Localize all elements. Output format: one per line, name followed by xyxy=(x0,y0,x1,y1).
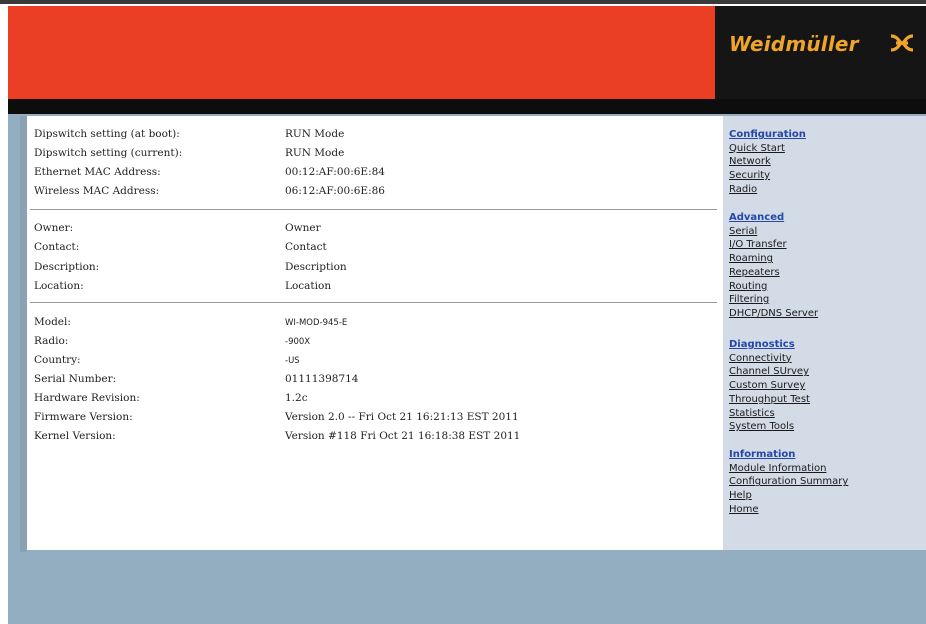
nav-link-connectivity[interactable]: Connectivity xyxy=(729,352,810,366)
nav-link-radio[interactable]: Radio xyxy=(729,183,806,197)
info-row-model: Model: WI-MOD-945-E xyxy=(34,316,714,332)
nav-link-network[interactable]: Network xyxy=(729,155,806,169)
info-row-owner: Owner: Owner xyxy=(34,222,714,238)
info-value: WI-MOD-945-E xyxy=(285,318,348,328)
header-banner: Weidmüller xyxy=(8,6,926,99)
info-value: 1.2c xyxy=(285,392,308,404)
info-row-contact: Contact: Contact xyxy=(34,241,714,257)
nav-heading-advanced[interactable]: Advanced xyxy=(729,211,818,225)
nav-link-home[interactable]: Home xyxy=(729,503,848,517)
info-label: Serial Number: xyxy=(34,373,117,385)
info-value: 06:12:AF:00:6E:86 xyxy=(285,185,385,197)
nav-link-configuration-summary[interactable]: Configuration Summary xyxy=(729,475,848,489)
info-value: Owner xyxy=(285,222,321,234)
nav-link-system-tools[interactable]: System Tools xyxy=(729,420,810,434)
info-label: Country: xyxy=(34,354,81,366)
info-row-serial-number: Serial Number: 01111398714 xyxy=(34,373,714,389)
section-divider xyxy=(30,302,717,303)
section-divider xyxy=(30,209,717,210)
info-value: RUN Mode xyxy=(285,128,345,140)
info-label: Hardware Revision: xyxy=(34,392,140,404)
info-value: Version #118 Fri Oct 21 16:18:38 EST 201… xyxy=(285,430,521,442)
info-label: Ethernet MAC Address: xyxy=(34,166,161,178)
nav-link-repeaters[interactable]: Repeaters xyxy=(729,266,818,280)
info-label: Contact: xyxy=(34,241,80,253)
nav-group-configuration: Configuration Quick Start Network Securi… xyxy=(729,128,806,197)
info-row-dipswitch-current: Dipswitch setting (current): RUN Mode xyxy=(34,147,714,163)
info-value: Version 2.0 -- Fri Oct 21 16:21:13 EST 2… xyxy=(285,411,519,423)
info-row-dipswitch-boot: Dipswitch setting (at boot): RUN Mode xyxy=(34,128,714,144)
info-value: 01111398714 xyxy=(285,373,359,385)
info-label: Dipswitch setting (at boot): xyxy=(34,128,180,140)
info-row-ethernet-mac: Ethernet MAC Address: 00:12:AF:00:6E:84 xyxy=(34,166,714,182)
top-border xyxy=(0,0,926,4)
nav-link-quick-start[interactable]: Quick Start xyxy=(729,142,806,156)
nav-heading-configuration[interactable]: Configuration xyxy=(729,128,806,142)
info-value: Location xyxy=(285,280,332,292)
nav-link-roaming[interactable]: Roaming xyxy=(729,252,818,266)
info-value: -900X xyxy=(285,337,311,347)
nav-link-io-transfer[interactable]: I/O Transfer xyxy=(729,238,818,252)
nav-heading-diagnostics[interactable]: Diagnostics xyxy=(729,338,810,352)
info-label: Firmware Version: xyxy=(34,411,133,423)
info-row-wireless-mac: Wireless MAC Address: 06:12:AF:00:6E:86 xyxy=(34,185,714,201)
info-label: Dipswitch setting (current): xyxy=(34,147,183,159)
info-value: Description xyxy=(285,261,347,273)
brand-logo: Weidmüller xyxy=(715,6,926,99)
nav-group-information: Information Module Information Configura… xyxy=(729,448,848,517)
nav-link-routing[interactable]: Routing xyxy=(729,280,818,294)
logo-text: Weidmüller xyxy=(729,32,859,56)
info-value: -US xyxy=(285,356,300,366)
nav-link-statistics[interactable]: Statistics xyxy=(729,407,810,421)
nav-link-custom-survey[interactable]: Custom Survey xyxy=(729,379,810,393)
sidebar-nav: Configuration Quick Start Network Securi… xyxy=(723,116,926,550)
info-row-kernel-version: Kernel Version: Version #118 Fri Oct 21 … xyxy=(34,430,714,446)
info-label: Kernel Version: xyxy=(34,430,116,442)
nav-group-advanced: Advanced Serial I/O Transfer Roaming Rep… xyxy=(729,211,818,321)
info-row-firmware-version: Firmware Version: Version 2.0 -- Fri Oct… xyxy=(34,411,714,427)
info-label: Model: xyxy=(34,316,71,328)
nav-link-help[interactable]: Help xyxy=(729,489,848,503)
info-row-hardware-revision: Hardware Revision: 1.2c xyxy=(34,392,714,408)
info-label: Location: xyxy=(34,280,84,292)
weidmuller-logo-icon xyxy=(890,34,914,52)
nav-link-throughput-test[interactable]: Throughput Test xyxy=(729,393,810,407)
nav-link-dhcp-dns-server[interactable]: DHCP/DNS Server xyxy=(729,307,818,321)
nav-heading-information[interactable]: Information xyxy=(729,448,848,462)
info-value: Contact xyxy=(285,241,327,253)
info-label: Description: xyxy=(34,261,100,273)
header-divider-band xyxy=(8,99,926,114)
info-row-radio: Radio: -900X xyxy=(34,335,714,351)
nav-link-module-information[interactable]: Module Information xyxy=(729,462,848,476)
info-row-country: Country: -US xyxy=(34,354,714,370)
nav-link-filtering[interactable]: Filtering xyxy=(729,293,818,307)
info-label: Radio: xyxy=(34,335,69,347)
nav-link-channel-survey[interactable]: Channel SUrvey xyxy=(729,365,810,379)
nav-group-diagnostics: Diagnostics Connectivity Channel SUrvey … xyxy=(729,338,810,434)
info-value: RUN Mode xyxy=(285,147,345,159)
info-value: 00:12:AF:00:6E:84 xyxy=(285,166,385,178)
device-info-panel: Dipswitch setting (at boot): RUN Mode Di… xyxy=(27,116,723,550)
info-row-description: Description: Description xyxy=(34,261,714,277)
nav-link-security[interactable]: Security xyxy=(729,169,806,183)
info-row-location: Location: Location xyxy=(34,280,714,296)
nav-link-serial[interactable]: Serial xyxy=(729,225,818,239)
left-border-strip xyxy=(20,116,27,552)
info-label: Wireless MAC Address: xyxy=(34,185,160,197)
info-label: Owner: xyxy=(34,222,74,234)
